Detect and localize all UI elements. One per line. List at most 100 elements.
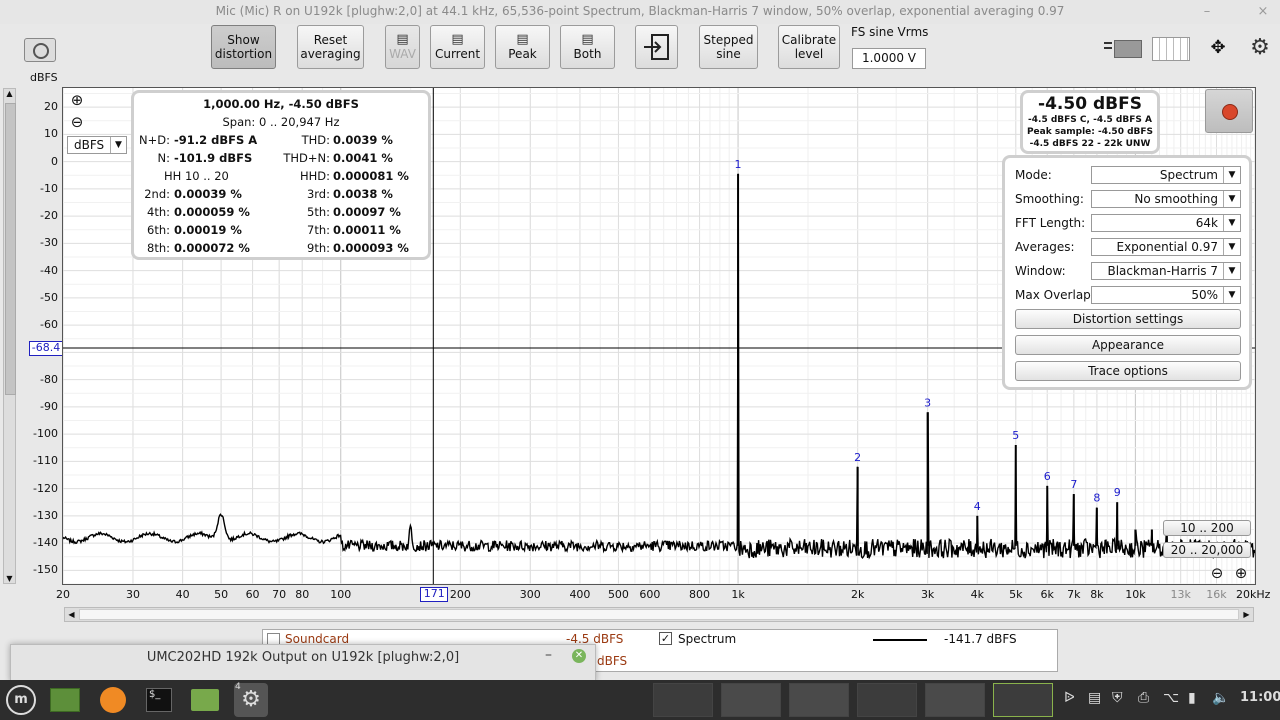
smoothing-select[interactable]: No smoothing ▼ xyxy=(1091,190,1241,208)
cursor-y-readout: -68.4 xyxy=(29,340,63,356)
gear-icon[interactable]: ⚙ xyxy=(1248,36,1272,60)
printer-icon[interactable]: ⎙ xyxy=(1138,690,1149,706)
workspace-3[interactable] xyxy=(789,683,849,717)
spectrum-checkbox[interactable]: ✓ xyxy=(659,632,672,645)
wifi-icon[interactable]: ⌥ xyxy=(1163,690,1179,706)
record-button[interactable] xyxy=(1205,89,1253,133)
averages-label: Averages: xyxy=(1015,240,1075,254)
wav-button[interactable]: ▤ WAV xyxy=(385,25,420,69)
shield-icon[interactable]: ⛨ xyxy=(1112,690,1123,706)
scroll-left-icon[interactable]: ◀ xyxy=(65,608,78,621)
scroll-down-icon[interactable]: ▼ xyxy=(4,574,15,583)
menu-button[interactable]: m xyxy=(4,683,38,717)
minimize-button[interactable]: – xyxy=(1198,3,1216,21)
distortion-value: 0.000093 % xyxy=(333,241,409,255)
calibrate-level-button[interactable]: Calibrate level xyxy=(778,25,840,69)
cursor-x-readout: 171 xyxy=(420,587,449,602)
show-distortion-button[interactable]: Show distortion xyxy=(211,25,276,69)
output-window[interactable]: UMC202HD 192k Output on U192k [plughw:2,… xyxy=(10,644,596,682)
x-tick-label: 4k xyxy=(970,588,984,601)
range-10-200-button[interactable]: 10 .. 200 xyxy=(1163,520,1251,536)
workspace-5[interactable] xyxy=(925,683,985,717)
show-desktop-button[interactable] xyxy=(48,683,82,717)
x-tick-label: 600 xyxy=(639,588,661,601)
settings-panel: Mode: Spectrum ▼ Smoothing: No smoothing ▼… xyxy=(1002,155,1252,390)
fullscreen-arrows-icon[interactable]: ✥ xyxy=(1200,36,1236,60)
max-overlap-select[interactable]: 50% ▼ xyxy=(1091,286,1241,304)
averages-select[interactable]: Exponential 0.97 ▼ xyxy=(1091,238,1241,256)
save-both-button[interactable]: ▤ Both xyxy=(560,25,615,69)
firefox-button[interactable] xyxy=(96,683,130,717)
close-button[interactable]: × xyxy=(1254,3,1272,21)
y-tick-label: 10 xyxy=(44,127,58,141)
harmonic-label: 6 xyxy=(1044,470,1051,483)
range-20-20000-button[interactable]: 20 .. 20,000 xyxy=(1163,542,1251,558)
snapshot-camera-icon[interactable] xyxy=(24,38,56,62)
y-tick-label: -90 xyxy=(40,399,58,413)
fft-length-select[interactable]: 64k ▼ xyxy=(1091,214,1241,232)
x-tick-label: 10k xyxy=(1125,588,1146,601)
distortion-label: 2nd: xyxy=(144,187,170,201)
reset-averaging-button[interactable]: Reset averaging xyxy=(297,25,364,69)
scrollbar-thumb[interactable] xyxy=(79,609,1239,620)
trace-options-button[interactable]: Trace options xyxy=(1015,361,1241,381)
save-icon: ▤ xyxy=(451,32,464,47)
mode-label: Mode: xyxy=(1015,168,1052,182)
columns-icon[interactable] xyxy=(1152,37,1190,61)
zoom-in-x-icon[interactable]: ⊕ xyxy=(1233,565,1249,581)
distortion-label: THD+N: xyxy=(283,151,330,165)
workspace-4[interactable] xyxy=(857,683,917,717)
max-overlap-label: Max Overlap: xyxy=(1015,288,1095,302)
bluetooth-icon[interactable]: ᐉ xyxy=(1064,690,1075,706)
workspace-1[interactable] xyxy=(653,683,713,717)
level-value: -4.50 dBFS xyxy=(1038,94,1142,114)
unit-select[interactable]: dBFS ▼ xyxy=(67,136,127,154)
fs-sine-input[interactable]: 1.0000 V xyxy=(852,48,926,69)
horizontal-scrollbar[interactable]: ◀ ▶ xyxy=(64,607,1254,622)
output-minimize-button[interactable]: – xyxy=(545,647,552,663)
stepped-sine-button[interactable]: Stepped sine xyxy=(699,25,758,69)
clock: 11:00 xyxy=(1240,690,1280,705)
window-count-badge: 4 xyxy=(235,682,241,692)
vertical-scrollbar[interactable]: ▲ ▼ xyxy=(3,88,16,584)
export-icon xyxy=(643,34,669,60)
window-select[interactable]: Blackman-Harris 7 ▼ xyxy=(1091,262,1241,280)
distortion-label: THD: xyxy=(301,133,330,147)
x-tick-label: 20kHz xyxy=(1236,588,1271,601)
distortion-value: -101.9 dBFS xyxy=(174,151,253,165)
output-close-button[interactable]: ✕ xyxy=(572,649,586,663)
layout-icon[interactable] xyxy=(1104,37,1142,59)
scroll-right-icon[interactable]: ▶ xyxy=(1240,608,1253,621)
mode-select[interactable]: Spectrum ▼ xyxy=(1091,166,1241,184)
files-button[interactable] xyxy=(188,683,222,717)
save-current-button[interactable]: ▤ Current xyxy=(430,25,485,69)
harmonic-label: 3 xyxy=(924,396,931,409)
save-peak-button[interactable]: ▤ Peak xyxy=(495,25,550,69)
distortion-value: 0.00039 % xyxy=(174,187,242,201)
chevron-down-icon: ▼ xyxy=(110,137,126,153)
battery-icon[interactable]: ▮ xyxy=(1188,690,1196,706)
export-button[interactable] xyxy=(635,25,678,69)
level-weighted: -4.5 dBFS C, -4.5 dBFS A xyxy=(1028,115,1152,125)
x-tick-label: 16k xyxy=(1206,588,1227,601)
clipboard-icon[interactable]: ▤ xyxy=(1088,690,1101,706)
zoom-in-icon[interactable]: ⊕ xyxy=(69,92,85,108)
y-tick-label: -130 xyxy=(33,508,58,522)
zoom-out-x-icon[interactable]: ⊖ xyxy=(1209,565,1225,581)
workspace-2[interactable] xyxy=(721,683,781,717)
appearance-button[interactable]: Appearance xyxy=(1015,335,1241,355)
volume-icon[interactable]: 🔈 xyxy=(1212,690,1229,706)
zoom-out-icon[interactable]: ⊖ xyxy=(69,114,85,130)
scrollbar-thumb[interactable] xyxy=(5,103,16,395)
level-unweighted: -4.5 dBFS 22 - 22k UNW xyxy=(1029,139,1151,149)
scroll-up-icon[interactable]: ▲ xyxy=(4,89,15,98)
distortion-label: HHD: xyxy=(299,169,330,183)
spectrum-level: -141.7 dBFS xyxy=(944,632,1017,646)
fft-length-label: FFT Length: xyxy=(1015,216,1086,230)
distortion-value: 0.00011 % xyxy=(333,223,401,237)
distortion-settings-button[interactable]: Distortion settings xyxy=(1015,309,1241,329)
distortion-value: 0.000059 % xyxy=(174,205,250,219)
workspace-6[interactable] xyxy=(993,683,1053,717)
terminal-button[interactable]: $_ xyxy=(142,683,176,717)
x-tick-label: 100 xyxy=(330,588,352,601)
